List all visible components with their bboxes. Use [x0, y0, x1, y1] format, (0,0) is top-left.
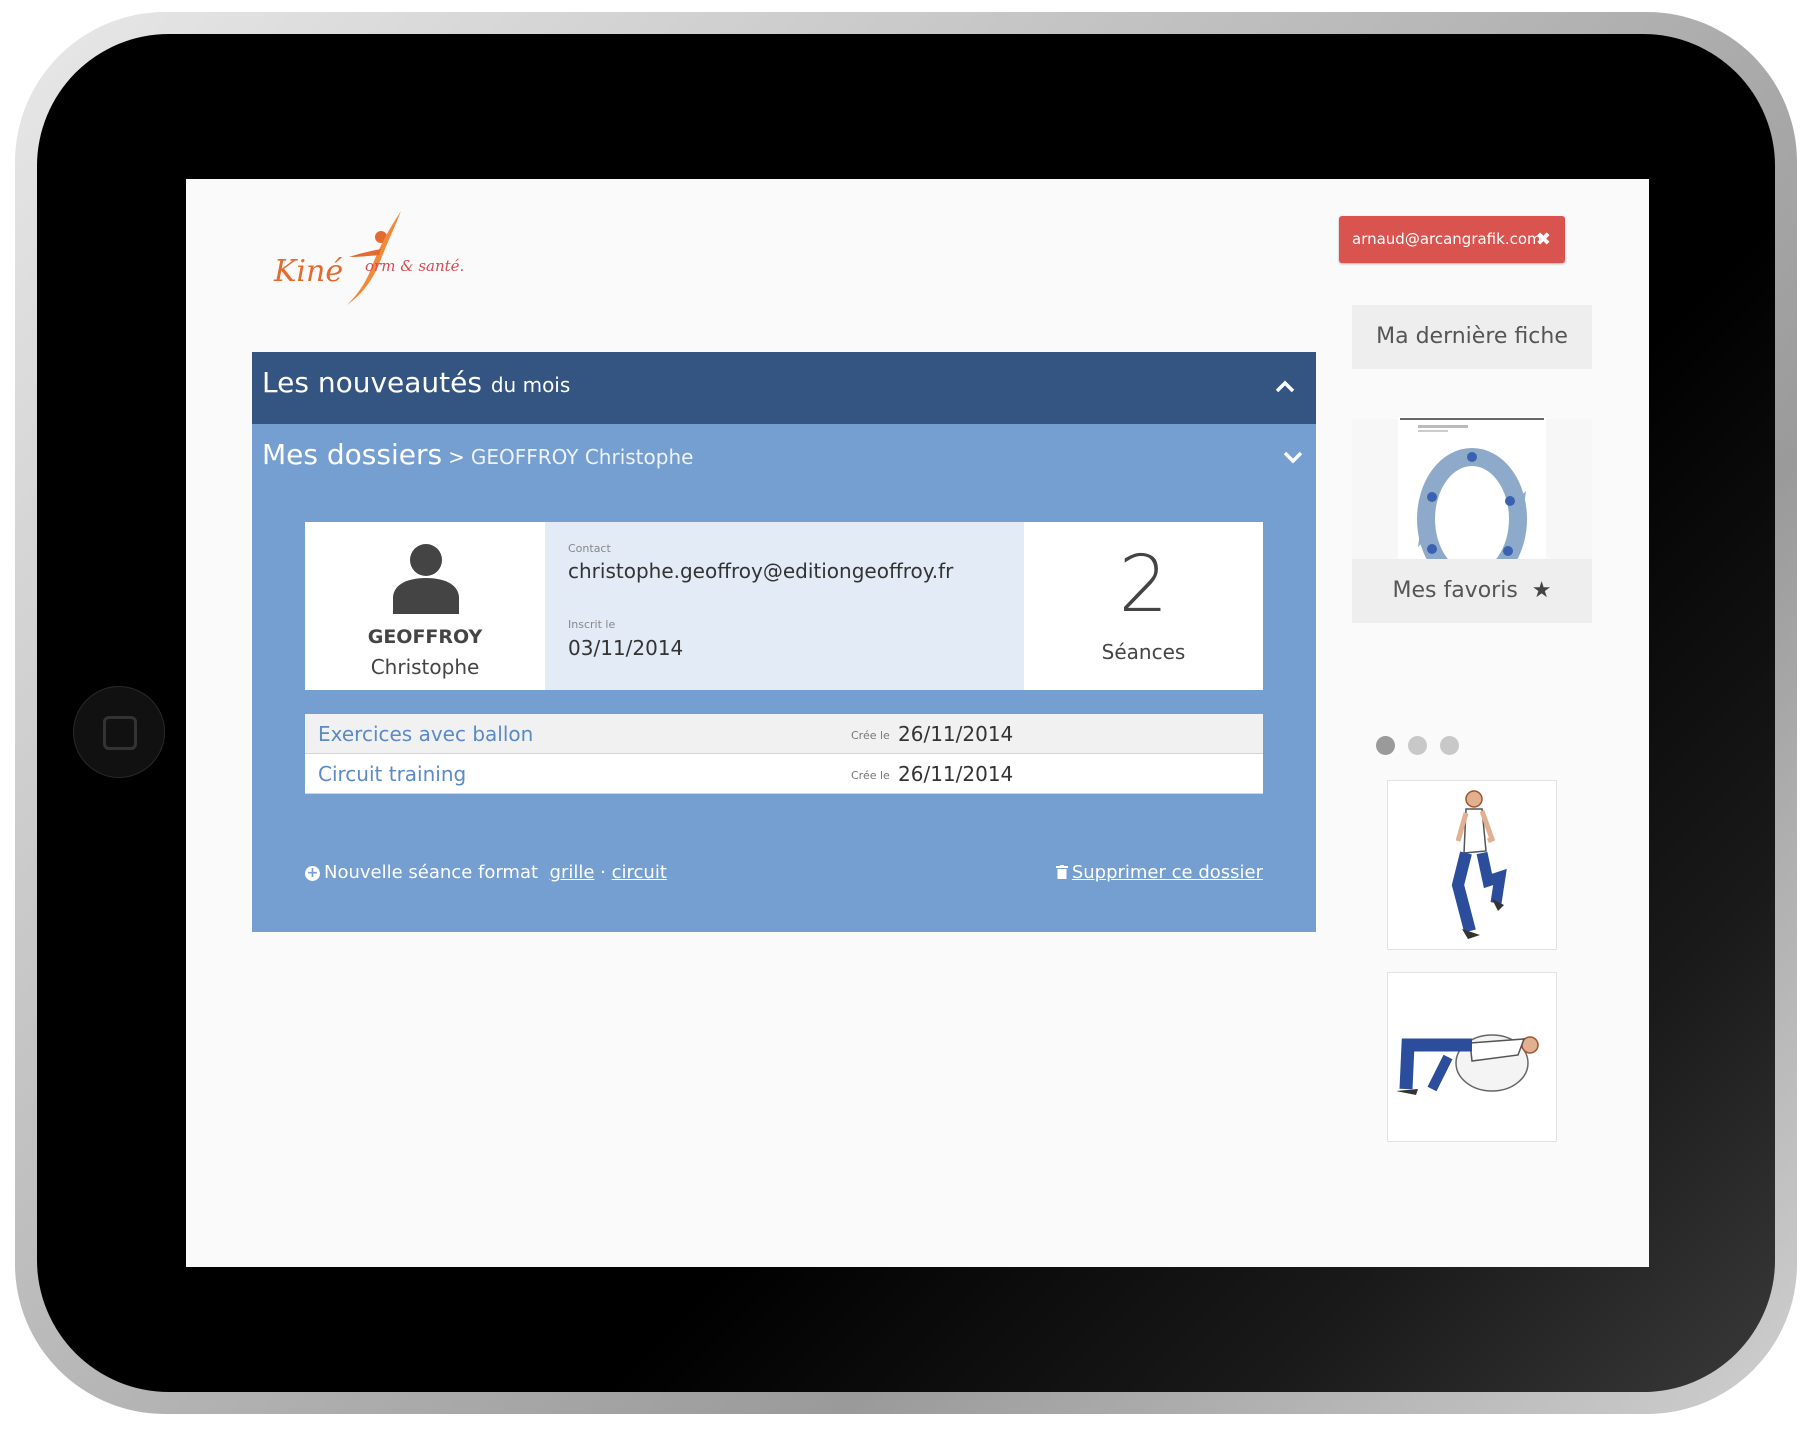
registered-date: 03/11/2014	[568, 636, 684, 660]
carousel-dot[interactable]	[1440, 736, 1459, 755]
sessions-count: 2	[1118, 540, 1169, 630]
patient-info: Contact christophe.geoffroy@editiongeoff…	[545, 522, 1024, 690]
chevron-up-icon[interactable]	[1274, 376, 1296, 398]
list-item[interactable]: Exercices avec ballon Crée le 26/11/2014	[305, 714, 1263, 754]
favorites-header: Mes favoris ★	[1352, 559, 1592, 623]
ball-exercise-figure-icon	[1396, 1034, 1539, 1095]
sessions-label: Séances	[1101, 640, 1186, 664]
sessions-list: Exercices avec ballon Crée le 26/11/2014…	[305, 714, 1263, 794]
user-avatar-icon	[393, 544, 459, 614]
chevron-down-icon[interactable]	[1282, 446, 1304, 468]
logo-word: Kiné	[274, 254, 344, 289]
delete-folder-link[interactable]: Supprimer ce dossier	[1072, 862, 1263, 883]
session-created-label: Crée le	[851, 769, 890, 782]
session-created-label: Crée le	[851, 729, 890, 742]
news-panel-header[interactable]: Les nouveautés du mois	[252, 352, 1316, 424]
patient-first-name: Christophe	[370, 655, 480, 679]
news-panel-title: Les nouveautés du mois	[262, 366, 570, 399]
news-title-main: Les nouveautés	[262, 366, 482, 399]
user-logout-button[interactable]: arnaud@arcangrafik.com ✖	[1339, 216, 1565, 263]
patient-last-name: GEOFFROY	[367, 626, 483, 648]
favorites-title: Mes favoris	[1392, 578, 1518, 603]
screen: Kiné orm & santé. arnaud@arcangrafik.com…	[186, 179, 1649, 1267]
home-square-icon	[103, 716, 137, 750]
news-title-small: du mois	[490, 373, 571, 397]
new-session-group: + Nouvelle séance format grille · circuit	[305, 862, 667, 883]
home-button[interactable]	[73, 686, 165, 778]
carousel-dot[interactable]	[1376, 736, 1395, 755]
patient-card: GEOFFROY Christophe Contact christophe.g…	[305, 522, 1263, 690]
close-icon: ✖	[1535, 229, 1551, 250]
session-date: 26/11/2014	[898, 722, 1014, 746]
new-grid-session-link[interactable]: grille	[550, 862, 595, 883]
star-icon: ★	[1531, 578, 1552, 603]
carousel-dot[interactable]	[1408, 736, 1427, 755]
new-circuit-session-link[interactable]: circuit	[612, 862, 667, 883]
breadcrumb-patient: GEOFFROY Christophe	[470, 445, 694, 469]
delete-folder-group[interactable]: Supprimer ce dossier	[1055, 862, 1263, 883]
sessions-counter: 2 Séances	[1024, 522, 1263, 690]
contact-label: Contact	[568, 542, 611, 555]
favorite-exercise-thumbnail[interactable]	[1387, 780, 1557, 950]
new-session-label: Nouvelle séance format	[324, 862, 539, 883]
favorite-exercise-thumbnail[interactable]	[1387, 972, 1557, 1142]
breadcrumb-separator: >	[448, 445, 465, 469]
trash-icon	[1055, 865, 1068, 879]
breadcrumb: Mes dossiers > GEOFFROY Christophe	[262, 438, 693, 471]
session-name[interactable]: Circuit training	[318, 762, 466, 786]
runner-figure-icon	[1451, 790, 1507, 939]
links-separator: ·	[600, 862, 606, 883]
registered-label: Inscrit le	[568, 618, 616, 631]
carousel-dots	[1376, 736, 1472, 759]
logo[interactable]: Kiné orm & santé.	[274, 209, 484, 309]
session-date: 26/11/2014	[898, 762, 1014, 786]
user-email: arnaud@arcangrafik.com	[1352, 230, 1542, 248]
logo-tagline: orm & santé.	[365, 257, 465, 275]
patient-identity: GEOFFROY Christophe	[305, 522, 545, 690]
breadcrumb-root[interactable]: Mes dossiers	[262, 438, 442, 471]
folders-panel: Mes dossiers > GEOFFROY Christophe GEOFFRO…	[252, 424, 1316, 932]
list-item[interactable]: Circuit training Crée le 26/11/2014	[305, 754, 1263, 794]
contact-email[interactable]: christophe.geoffroy@editiongeoffroy.fr	[568, 559, 953, 583]
last-sheet-header: Ma dernière fiche	[1352, 305, 1592, 369]
plus-circle-icon: +	[305, 865, 320, 881]
session-name[interactable]: Exercices avec ballon	[318, 722, 533, 746]
